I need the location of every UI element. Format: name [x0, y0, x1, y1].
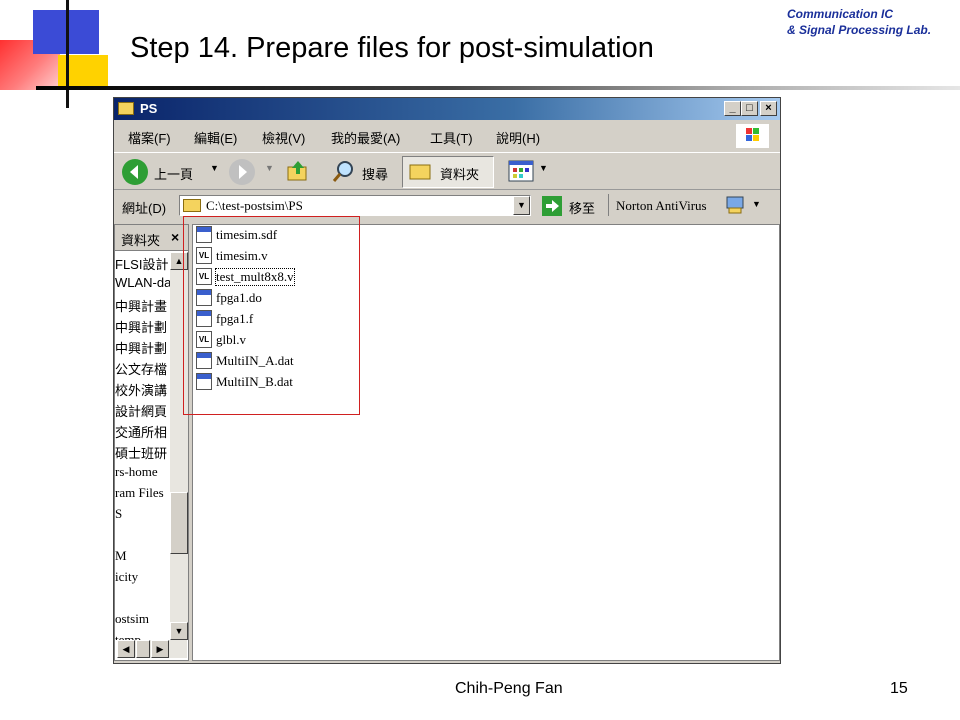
address-input[interactable]: C:\test-postsim\PS ▼	[179, 195, 531, 216]
scroll-thumb[interactable]	[170, 492, 188, 554]
folder-tree-item[interactable]: 公文存檔	[115, 359, 167, 378]
lab-name: Communication IC & Signal Processing Lab…	[787, 6, 931, 38]
highlight-box	[183, 216, 360, 415]
close-button[interactable]: ×	[760, 101, 777, 116]
title-bar: PS _ □ ×	[114, 98, 780, 120]
folder-tree-item[interactable]: FLSI設計	[115, 254, 168, 273]
search-button-label[interactable]: 搜尋	[362, 164, 388, 183]
folder-tree-item[interactable]: 設計網頁	[115, 401, 167, 420]
horizontal-scrollbar[interactable]: ◀ ▶	[117, 640, 187, 658]
toolbar: 上一頁 ▼ ▼ 搜尋 資料夾 ▼	[114, 152, 780, 190]
folder-tree-item[interactable]: WLAN-da	[115, 275, 170, 290]
views-icon[interactable]	[508, 160, 534, 182]
close-pane-icon[interactable]: ×	[171, 229, 179, 245]
folder-tree-item[interactable]: icity	[115, 569, 138, 585]
views-dropdown-icon[interactable]: ▼	[539, 163, 548, 173]
forward-dropdown-icon[interactable]: ▼	[265, 163, 274, 173]
menu-file[interactable]: 檔案(F)	[128, 128, 171, 147]
up-folder-icon[interactable]	[286, 159, 310, 183]
address-label: 網址(D)	[122, 201, 167, 216]
address-dropdown-button[interactable]: ▼	[513, 196, 530, 215]
search-icon[interactable]	[332, 159, 356, 183]
folder-tree-item[interactable]: rs-home	[115, 464, 158, 480]
folder-tree-item[interactable]: ostsim	[115, 611, 149, 627]
address-value: C:\test-postsim\PS	[206, 198, 303, 213]
lab-name-line1: Communication IC	[787, 7, 894, 21]
norton-antivirus-label[interactable]: Norton AntiVirus	[616, 198, 707, 214]
menu-favorites[interactable]: 我的最愛(A)	[331, 128, 400, 147]
address-folder-icon	[183, 199, 201, 212]
window-title: PS	[140, 101, 158, 116]
toolbar-separator	[608, 194, 609, 216]
menu-tools[interactable]: 工具(T)	[430, 128, 473, 147]
folder-tree-item[interactable]: M	[115, 548, 127, 564]
forward-arrow-icon[interactable]	[229, 159, 255, 185]
menu-edit[interactable]: 編輯(E)	[194, 128, 237, 147]
folder-tree-item[interactable]: 交通所相	[115, 422, 167, 441]
folder-tree-item[interactable]: 校外演講	[115, 380, 167, 399]
folders-pane-title: 資料夾	[121, 233, 161, 248]
page-number: 15	[890, 680, 908, 697]
footer-author: Chih-Peng Fan	[455, 680, 563, 697]
folder-icon	[118, 102, 134, 115]
maximize-button[interactable]: □	[741, 101, 758, 116]
folder-tree: FLSI設計 WLAN-da 中興計畫 中興計劃 中興計劃 公文存檔 校外演講 …	[115, 252, 170, 640]
folders-pane: 資料夾 × FLSI設計 WLAN-da 中興計畫 中興計劃 中興計劃 公文存檔…	[114, 224, 189, 661]
menu-bar: 檔案(F) 編輯(E) 檢視(V) 我的最愛(A) 工具(T) 說明(H)	[114, 122, 780, 150]
folders-button[interactable]: 資料夾	[402, 156, 494, 188]
folders-icon	[409, 162, 433, 180]
folder-tree-item[interactable]: ram Files	[115, 485, 164, 501]
lab-name-line2: & Signal Processing Lab.	[787, 23, 932, 37]
folder-tree-item[interactable]: 中興計劃	[115, 338, 167, 357]
decor-vertical-line	[66, 0, 69, 108]
norton-icon[interactable]	[726, 196, 744, 214]
decor-horizontal-line	[36, 86, 960, 90]
folders-button-label: 資料夾	[440, 167, 480, 182]
menu-help[interactable]: 說明(H)	[496, 128, 540, 147]
folder-tree-item[interactable]: 中興計劃	[115, 317, 167, 336]
folder-tree-item[interactable]: 中興計畫	[115, 296, 167, 315]
menu-view[interactable]: 檢視(V)	[262, 128, 305, 147]
folders-pane-header: 資料夾 ×	[115, 225, 188, 251]
minimize-button[interactable]: _	[724, 101, 741, 116]
scroll-left-icon[interactable]: ◀	[117, 640, 135, 658]
scroll-down-icon[interactable]: ▼	[170, 622, 188, 640]
folder-tree-item[interactable]: S	[115, 506, 122, 522]
windows-logo-icon	[736, 124, 769, 148]
folder-tree-item[interactable]: temp	[115, 632, 141, 640]
go-button-label[interactable]: 移至	[569, 198, 595, 217]
back-dropdown-icon[interactable]: ▼	[210, 163, 219, 173]
norton-dropdown-icon[interactable]: ▼	[752, 199, 761, 209]
go-arrow-icon[interactable]	[542, 196, 562, 216]
h-scroll-thumb[interactable]	[136, 640, 150, 658]
back-button-label[interactable]: 上一頁	[154, 164, 193, 183]
scroll-right-icon[interactable]: ▶	[151, 640, 169, 658]
folder-tree-item[interactable]: 碩士班研	[115, 443, 167, 462]
slide-title: Step 14. Prepare files for post-simulati…	[130, 32, 654, 64]
back-arrow-icon[interactable]	[122, 159, 148, 185]
